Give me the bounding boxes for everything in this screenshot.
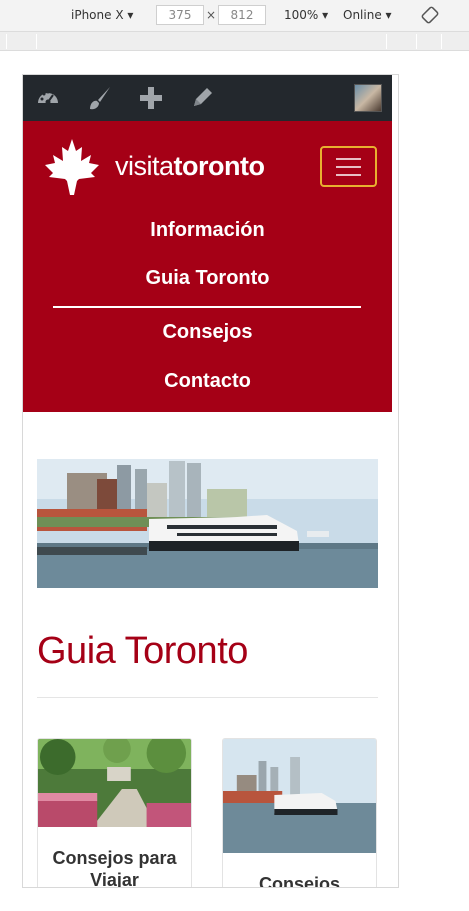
width-input[interactable]: 375	[156, 5, 204, 25]
user-avatar[interactable]	[354, 84, 382, 112]
device-select[interactable]: iPhone X ▾	[71, 8, 133, 22]
nav-item-guia-toronto[interactable]: Guia Toronto	[23, 267, 392, 290]
hero-harbour-image	[37, 459, 378, 588]
card-label: Consejos para Viajar	[52, 848, 177, 888]
device-name: iPhone X	[71, 8, 124, 22]
menu-toggle-button[interactable]	[320, 146, 377, 187]
card-image-garden	[38, 739, 191, 827]
nav-item-contacto[interactable]: Contacto	[23, 370, 392, 393]
zoom-value: 100%	[284, 8, 319, 22]
title-divider	[37, 697, 378, 698]
site-header: visitatoronto Información Guia Toronto C…	[23, 121, 392, 412]
brand-light-text: visita	[115, 151, 174, 181]
throttle-value: Online	[343, 8, 382, 22]
card-consejos-viajar[interactable]: Consejos para Viajar	[37, 738, 192, 888]
page-title: Guia Toronto	[37, 630, 248, 672]
customize-brush-icon[interactable]	[86, 85, 112, 111]
card-consejos[interactable]: Consejos	[222, 738, 377, 888]
dashboard-icon[interactable]	[35, 85, 61, 111]
device-viewport: visitatoronto Información Guia Toronto C…	[22, 74, 399, 888]
card-image-harbour	[223, 739, 376, 853]
nav-item-informacion[interactable]: Información	[23, 219, 392, 242]
edit-pencil-icon[interactable]	[189, 85, 215, 111]
dimension-separator: ×	[206, 8, 217, 22]
nav-item-consejos[interactable]: Consejos	[23, 321, 392, 344]
maple-leaf-logo-icon[interactable]	[41, 137, 103, 199]
card-label: Consejos	[258, 874, 341, 888]
devtools-device-toolbar: iPhone X ▾ 375 × 812 100% ▾ Online ▾	[0, 0, 469, 32]
brand-bold-text: toronto	[173, 151, 265, 181]
nav-divider	[53, 306, 361, 308]
height-input[interactable]: 812	[218, 5, 266, 25]
zoom-select[interactable]: 100% ▾	[284, 8, 328, 22]
add-new-icon[interactable]	[138, 85, 164, 111]
throttle-select[interactable]: Online ▾	[343, 8, 392, 22]
media-query-ruler[interactable]	[0, 32, 469, 51]
rotate-icon[interactable]	[421, 6, 439, 24]
site-brand[interactable]: visitatoronto	[115, 151, 265, 182]
admin-bar	[23, 75, 392, 121]
